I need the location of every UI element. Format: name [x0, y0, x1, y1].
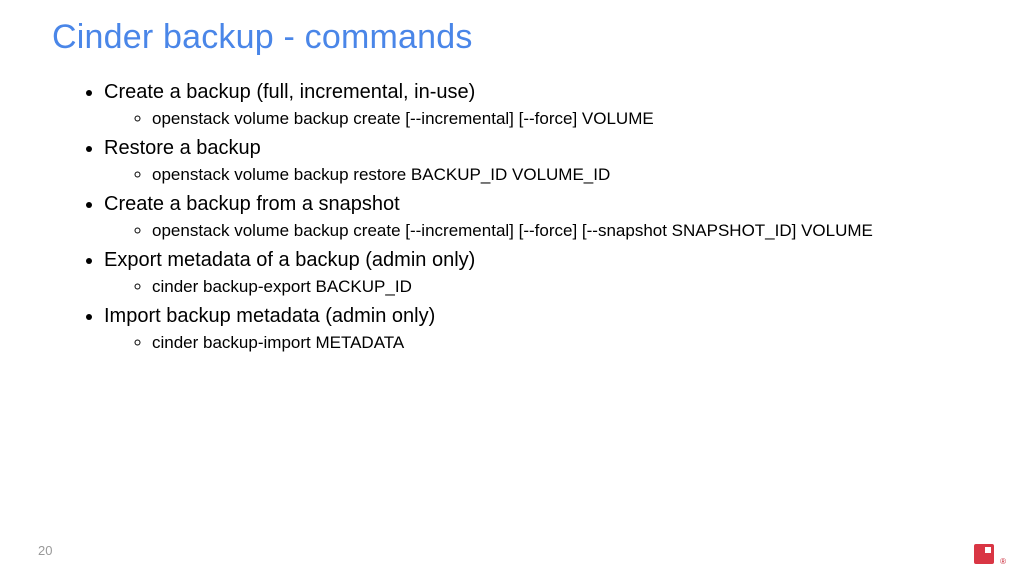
sub-list-item: cinder backup-import METADATA [152, 332, 972, 355]
list-item: Create a backup (full, incremental, in-u… [104, 79, 972, 131]
slide-title: Cinder backup - commands [52, 18, 972, 57]
sub-list: openstack volume backup create [--increm… [104, 108, 972, 131]
list-item: Create a backup from a snapshot openstac… [104, 191, 972, 243]
bullet-list: Create a backup (full, incremental, in-u… [52, 79, 972, 355]
sub-list-item: openstack volume backup restore BACKUP_I… [152, 164, 972, 187]
sub-list: cinder backup-import METADATA [104, 332, 972, 355]
sub-list-item: openstack volume backup create [--increm… [152, 108, 972, 131]
sub-list: openstack volume backup create [--increm… [104, 220, 972, 243]
page-number: 20 [38, 543, 52, 558]
list-item-text: Create a backup from a snapshot [104, 193, 400, 215]
list-item: Import backup metadata (admin only) cind… [104, 303, 972, 355]
list-item-text: Import backup metadata (admin only) [104, 305, 435, 327]
list-item: Export metadata of a backup (admin only)… [104, 247, 972, 299]
sub-list-item: cinder backup-export BACKUP_ID [152, 276, 972, 299]
registered-mark: ® [1000, 557, 1006, 566]
sub-list: cinder backup-export BACKUP_ID [104, 276, 972, 299]
sub-list-item: openstack volume backup create [--increm… [152, 220, 972, 243]
list-item-text: Export metadata of a backup (admin only) [104, 249, 475, 271]
list-item-text: Create a backup (full, incremental, in-u… [104, 81, 475, 103]
sub-list: openstack volume backup restore BACKUP_I… [104, 164, 972, 187]
brand-logo-icon [974, 544, 994, 564]
list-item: Restore a backup openstack volume backup… [104, 135, 972, 187]
list-item-text: Restore a backup [104, 137, 261, 159]
